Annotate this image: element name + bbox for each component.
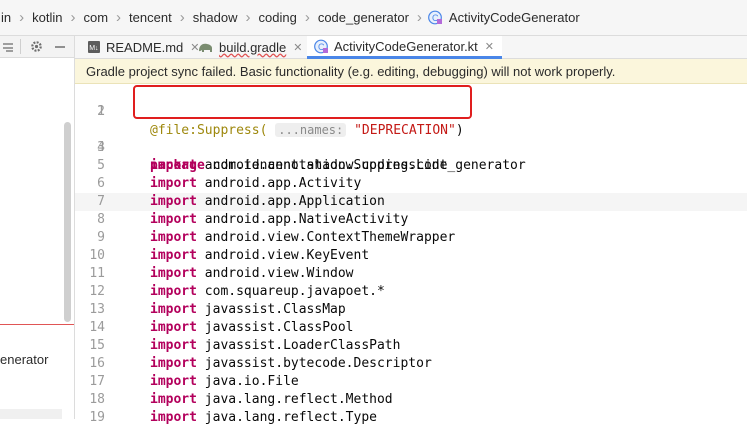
code-editor[interactable]: 1 @file:Suppress( ...names: "DEPRECATION… xyxy=(75,84,747,425)
code-line[interactable]: 6 import android.app.Activity xyxy=(75,175,747,193)
code-line[interactable]: 16 import javassist.bytecode.Descriptor xyxy=(75,355,747,373)
breadcrumb-item-kotlin[interactable]: kotlin xyxy=(30,10,64,25)
tab-readme[interactable]: M↓ README.md ✕ xyxy=(87,36,200,58)
code-line[interactable]: 3 package com.tencent.shadow.coding.code… xyxy=(75,121,747,173)
chevron-right-icon: › xyxy=(19,9,25,26)
panel-footer xyxy=(0,409,62,419)
code-line[interactable]: 19 import java.lang.reflect.Type xyxy=(75,409,747,427)
project-tree-item[interactable]: enerator xyxy=(0,352,48,367)
divider xyxy=(0,324,74,325)
tab-activity-code-generator[interactable]: C ActivityCodeGenerator.kt ✕ xyxy=(307,36,503,59)
chevron-right-icon: › xyxy=(70,9,76,26)
code-line[interactable]: 10 import android.view.KeyEvent xyxy=(75,247,747,265)
breadcrumb-item-in[interactable]: in xyxy=(0,10,13,25)
breadcrumb: in › kotlin › com › tencent › shadow › c… xyxy=(0,0,747,36)
code-line-current[interactable]: 7 import android.app.Application xyxy=(75,193,747,211)
divider xyxy=(20,39,21,54)
code-line[interactable]: 14 import javassist.ClassPool xyxy=(75,319,747,337)
code-line[interactable]: 11 import android.view.Window xyxy=(75,265,747,283)
code-line[interactable]: 8 import android.app.NativeActivity xyxy=(75,211,747,229)
highlight-annotation-box xyxy=(133,85,472,119)
breadcrumb-item-com[interactable]: com xyxy=(81,10,110,25)
code-line[interactable]: 17 import java.io.File xyxy=(75,373,747,391)
chevron-right-icon: › xyxy=(304,9,310,26)
svg-text:M↓: M↓ xyxy=(89,45,98,52)
editor-tabs: M↓ README.md ✕ build.gradle ✕ C Activity… xyxy=(75,36,747,59)
markdown-file-icon: M↓ xyxy=(88,41,100,53)
kotlin-class-icon: C xyxy=(428,10,443,25)
breadcrumb-item-activity-code-generator[interactable]: C ActivityCodeGenerator xyxy=(428,10,582,25)
breadcrumb-item-coding[interactable]: coding xyxy=(257,10,299,25)
code-line[interactable]: 13 import javassist.ClassMap xyxy=(75,301,747,319)
project-panel-toolbar xyxy=(0,36,74,58)
breadcrumb-item-tencent[interactable]: tencent xyxy=(127,10,174,25)
code-line[interactable]: 15 import javassist.LoaderClassPath xyxy=(75,337,747,355)
gradle-sync-warning-banner: Gradle project sync failed. Basic functi… xyxy=(75,59,747,84)
project-panel-scrollbar[interactable] xyxy=(64,122,71,322)
chevron-right-icon: › xyxy=(116,9,122,26)
chevron-right-icon: › xyxy=(245,9,251,26)
close-icon[interactable]: ✕ xyxy=(485,40,494,53)
breadcrumb-item-shadow[interactable]: shadow xyxy=(191,10,240,25)
gear-icon[interactable] xyxy=(29,39,44,54)
code-line[interactable]: 9 import android.view.ContextThemeWrapper xyxy=(75,229,747,247)
code-line[interactable]: 4 xyxy=(75,139,747,157)
code-line[interactable]: 18 import java.lang.reflect.Method xyxy=(75,391,747,409)
code-line[interactable]: 5 import android.annotation.SuppressLint xyxy=(75,157,747,175)
chevron-right-icon: › xyxy=(179,9,185,26)
gradle-elephant-icon xyxy=(199,43,212,52)
project-panel: enerator xyxy=(0,36,75,419)
breadcrumb-item-code-generator[interactable]: code_generator xyxy=(316,10,411,25)
minimize-icon[interactable] xyxy=(54,39,66,54)
chevron-right-icon: › xyxy=(416,9,422,26)
close-icon[interactable]: ✕ xyxy=(293,41,302,54)
collapse-all-icon[interactable] xyxy=(2,40,14,54)
kotlin-class-icon: C xyxy=(314,39,328,53)
tab-build-gradle[interactable]: build.gradle ✕ xyxy=(197,36,302,58)
code-line[interactable]: 12 import com.squareup.javapoet.* xyxy=(75,283,747,301)
